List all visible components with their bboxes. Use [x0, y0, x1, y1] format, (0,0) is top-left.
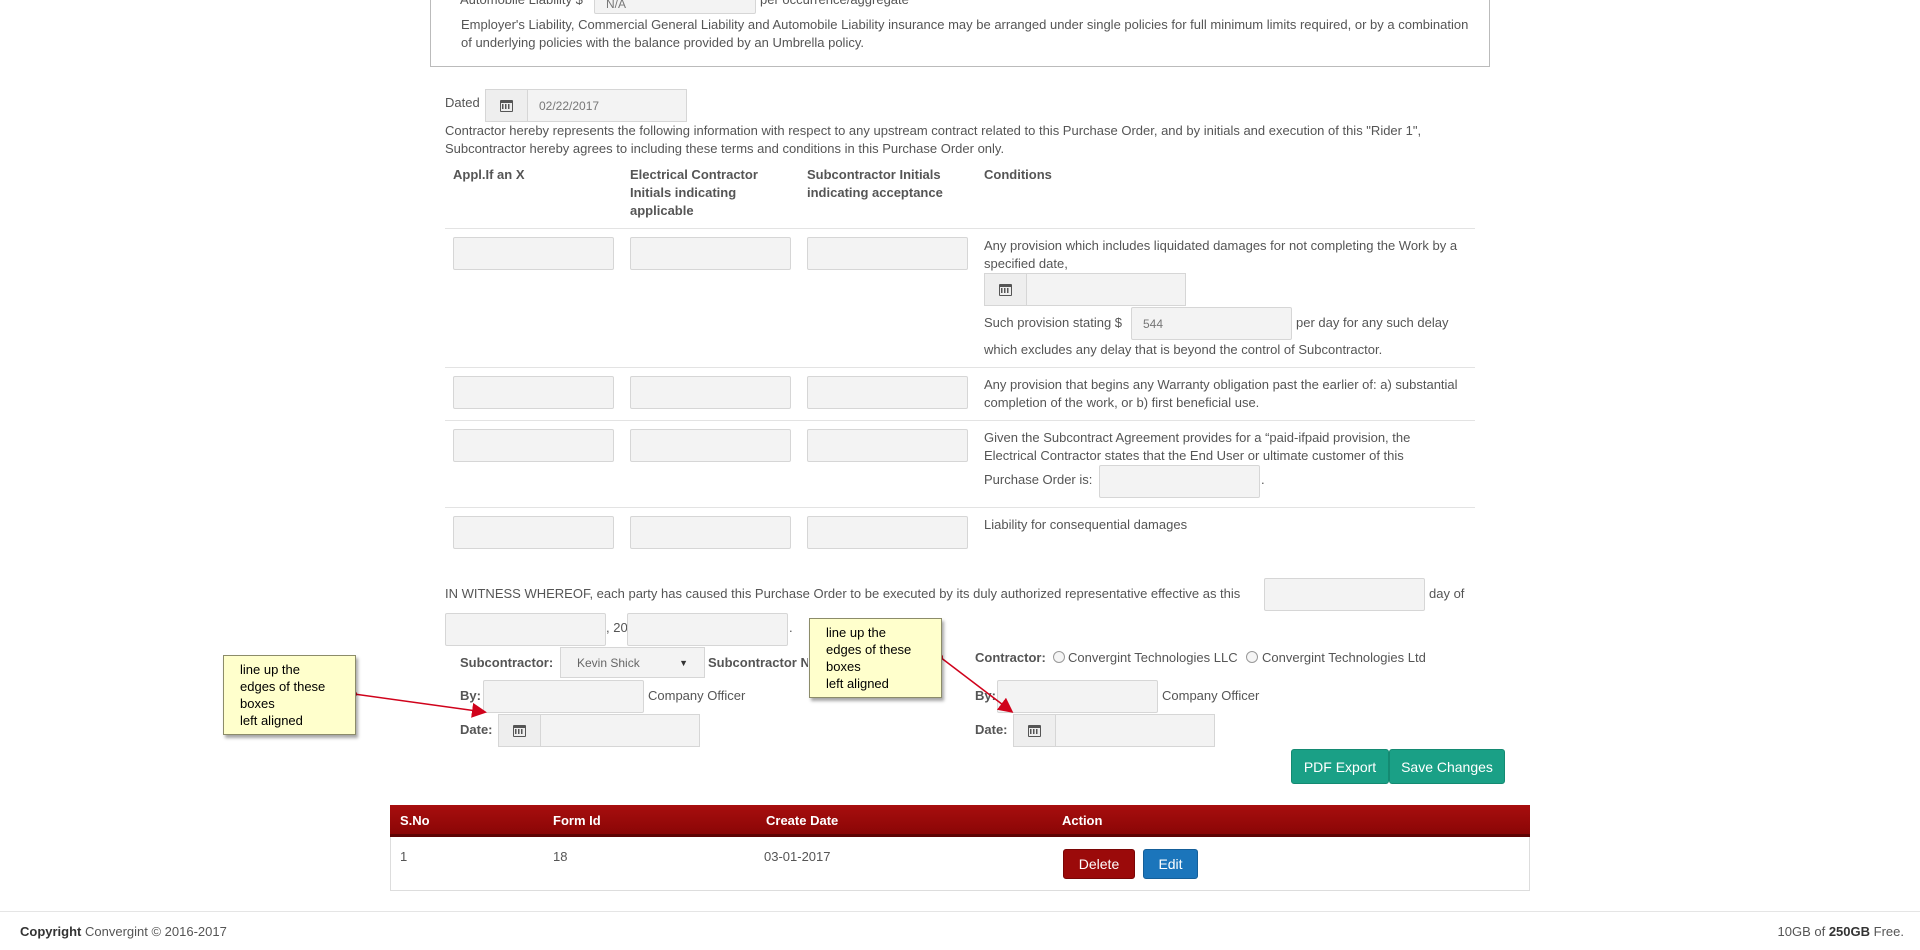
pdf-export-button[interactable]: PDF Export	[1291, 749, 1389, 784]
delete-button[interactable]: Delete	[1063, 849, 1135, 879]
annotation-note-left: line up the edges of these boxes left al…	[223, 655, 356, 735]
cell-create-date: 03-01-2017	[764, 849, 831, 864]
col-header-action: Action	[1062, 813, 1103, 828]
footer-storage: 10GB of 250GB Free.	[1777, 924, 1905, 939]
col-header-sno: S.No	[400, 813, 430, 828]
cell-sno: 1	[400, 849, 408, 864]
footer-divider	[0, 911, 1920, 912]
footer-copyright: Copyright Convergint © 2016-2017	[20, 924, 227, 939]
cell-form-id: 18	[553, 849, 568, 864]
save-changes-button[interactable]: Save Changes	[1389, 749, 1505, 784]
annotation-note-right: line up the edges of these boxes left al…	[809, 618, 942, 698]
col-header-form-id: Form Id	[553, 813, 601, 828]
col-header-create-date: Create Date	[766, 813, 839, 828]
edit-button[interactable]: Edit	[1143, 849, 1198, 879]
